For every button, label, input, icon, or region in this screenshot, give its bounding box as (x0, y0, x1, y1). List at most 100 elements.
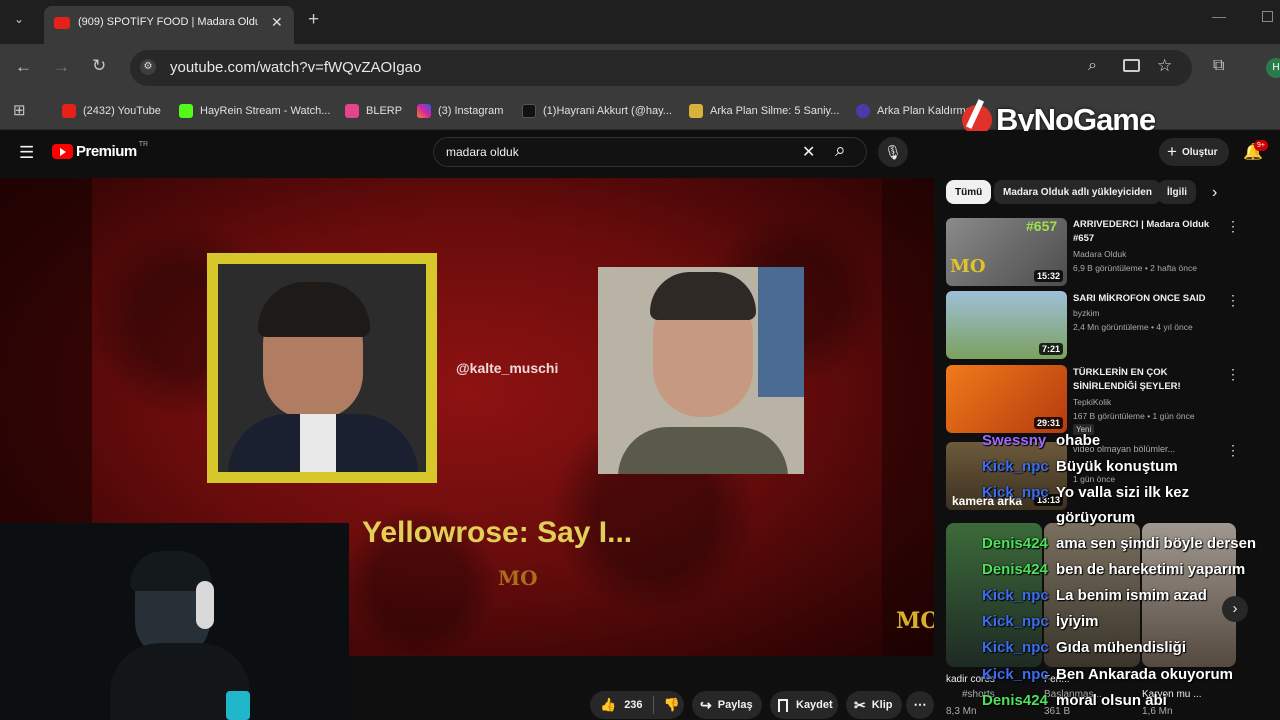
channel-name[interactable]: TepkiKolik (1073, 395, 1111, 409)
video-stats: 6,9 B görüntüleme • 2 hafta önce (1073, 263, 1197, 273)
minimize-icon[interactable]: — (1212, 8, 1226, 24)
thumb-episode: #657 (1026, 218, 1058, 234)
chat-line: Swessny ohabe (982, 432, 1100, 450)
logo-text: Premium (76, 143, 137, 160)
profile-avatar[interactable]: H (1266, 58, 1280, 78)
youtube-play-icon (52, 144, 73, 159)
bookmark-kick[interactable]: HayRein Stream - Watch... (179, 102, 330, 120)
chat-username: Kick_npc (982, 587, 1049, 604)
chip-related[interactable]: İlgili (1158, 180, 1196, 204)
chat-message: ohabe (1056, 432, 1101, 449)
save-label: Kaydet (796, 699, 833, 711)
chip-label: Madara Olduk adlı yükleyiciden (1003, 186, 1152, 198)
streamer-webcam (0, 523, 349, 720)
chat-line: Kick_npc Büyük konuştum (982, 458, 1178, 476)
chat-line: Denis424 ben de hareketimi yaparım (982, 561, 1245, 579)
share-button[interactable]: ↪ Paylaş (692, 691, 762, 719)
search-box[interactable]: madara olduk ✕ ⌕ (433, 137, 867, 167)
back-icon[interactable]: ← (15, 57, 32, 77)
reload-icon[interactable]: ↻ (92, 56, 106, 76)
more-options-icon[interactable]: ⋮ (1226, 292, 1240, 309)
restore-icon[interactable] (1262, 11, 1273, 22)
address-bar[interactable]: ⚙ youtube.com/watch?v=fWQvZAOIgao ⌕ ☆ (130, 50, 1192, 86)
save-button[interactable]: Kaydet (770, 691, 838, 719)
video-thumbnail[interactable]: 7:21 (946, 291, 1067, 359)
more-actions-button[interactable]: ⋯ (906, 691, 934, 719)
video-title[interactable]: ARRIVEDERCI | Madara Olduk #657 (1073, 218, 1213, 246)
apps-grid-icon[interactable]: ⊞ (13, 101, 26, 119)
new-tab-icon[interactable]: + (308, 9, 319, 31)
tab-close-icon[interactable]: ✕ (271, 14, 283, 31)
chat-message: İyiyim (1056, 613, 1099, 630)
chat-username: Kick_npc (982, 458, 1049, 475)
url-text: youtube.com/watch?v=fWQvZAOIgao (170, 59, 422, 76)
chat-line: Kick_npc Yo valla sizi ilk kez (982, 484, 1189, 502)
bookmark-instagram[interactable]: (3) Instagram (417, 102, 503, 120)
chat-message: moral olsun abi (1056, 692, 1167, 709)
search-icon[interactable]: ⌕ (835, 140, 846, 162)
right-dark-band (882, 178, 934, 656)
video-duration: 7:21 (1038, 343, 1063, 355)
save-icon (778, 698, 788, 712)
tab-title: (909) SPOTİFY FOOD | Madara Olduk (78, 16, 258, 28)
chat-line: Kick_npc Ben Ankarada okuyorum (982, 666, 1233, 684)
speaker-photo-left (207, 253, 437, 483)
bookmark-label: Arka Plan Kaldırma (877, 105, 972, 117)
voice-search-icon[interactable]: 🎙 (878, 137, 908, 167)
shorts-next-icon[interactable]: › (1222, 596, 1248, 622)
create-label: Oluştur (1181, 146, 1218, 158)
video-thumbnail[interactable]: MO #657 15:32 (946, 218, 1067, 286)
clip-button[interactable]: ✂ Klip (846, 691, 902, 719)
video-stats: 2,4 Mn görüntüleme • 4 yıl önce (1073, 322, 1193, 332)
browser-tab[interactable]: (909) SPOTİFY FOOD | Madara Olduk ✕ (44, 6, 294, 44)
clip-label: Klip (871, 699, 893, 711)
chat-line: Denis424 ama sen şimdi böyle dersen (982, 535, 1256, 553)
clear-search-icon[interactable]: ✕ (802, 142, 815, 162)
youtube-header: ☰ Premium TR madara olduk ✕ ⌕ 🎙 + Oluştu… (0, 131, 1280, 175)
chip-all[interactable]: Tümü (946, 180, 992, 204)
video-duration: 15:32 (1033, 270, 1063, 282)
forward-icon[interactable]: → (53, 57, 70, 77)
blerp-bookmark-icon (345, 104, 359, 118)
chat-username: Denis424 (982, 535, 1048, 552)
chat-line: Denis424 moral olsun abi (982, 692, 1167, 710)
install-app-icon[interactable] (1123, 59, 1140, 72)
create-button[interactable]: + Oluştur (1159, 138, 1229, 166)
chat-message: La benim ismim azad (1056, 587, 1207, 604)
more-icon: ⋯ (913, 697, 927, 712)
bookmark-label: (3) Instagram (438, 105, 504, 117)
chip-from-uploader[interactable]: Madara Olduk adlı yükleyiciden (994, 180, 1161, 204)
more-options-icon[interactable]: ⋮ (1226, 218, 1240, 235)
zoom-icon[interactable]: ⌕ (1088, 57, 1097, 75)
video-title[interactable]: TÜRKLERİN EN ÇOK SİNİRLENDİĞİ ŞEYLER! (1073, 366, 1213, 394)
more-options-icon[interactable]: ⋮ (1226, 366, 1240, 383)
bookmark-arka-plan-kaldirma[interactable]: Arka Plan Kaldırma (856, 102, 972, 120)
chat-username: Denis424 (982, 692, 1048, 709)
instagram-bookmark-icon (417, 104, 431, 118)
bookmark-blerp[interactable]: BLERP (345, 102, 402, 120)
bookmark-tiktok[interactable]: (1)Hayrani Akkurt (@hay... (522, 102, 672, 120)
video-stats: 167 B görüntüleme • 1 gün önce (1073, 411, 1195, 421)
bookmark-youtube[interactable]: (2432) YouTube (62, 102, 161, 120)
like-button[interactable]: 👍 236 (590, 697, 643, 713)
menu-icon[interactable]: ☰ (19, 143, 34, 163)
notification-count-badge: 9+ (1254, 140, 1268, 151)
youtube-favicon-icon (54, 17, 70, 29)
more-options-icon[interactable]: ⋮ (1226, 442, 1240, 459)
like-dislike-group: 👍 236 👎 (590, 691, 684, 719)
dislike-button[interactable]: 👎 (664, 697, 680, 713)
bookmark-label: (1)Hayrani Akkurt (@hay... (543, 105, 672, 117)
site-info-icon[interactable]: ⚙ (140, 59, 156, 75)
bookmark-star-icon[interactable]: ☆ (1157, 56, 1172, 76)
bookmark-arka-plan-silme[interactable]: Arka Plan Silme: 5 Saniy... (689, 102, 839, 120)
chips-next-icon[interactable]: › (1212, 184, 1217, 202)
channel-name[interactable]: byzkim (1073, 306, 1099, 320)
search-input[interactable]: madara olduk (446, 145, 519, 159)
youtube-logo[interactable]: Premium TR (52, 141, 148, 160)
extensions-icon[interactable]: ⧉ (1213, 57, 1224, 75)
video-title[interactable]: SARI MİKROFON ONCE SAID (1073, 292, 1213, 306)
video-thumbnail[interactable]: 29:31 (946, 365, 1067, 433)
bookmark-label: (2432) YouTube (83, 105, 161, 117)
tab-search-icon[interactable]: ⌄ (14, 12, 24, 26)
channel-name[interactable]: Madara Olduk (1073, 247, 1126, 261)
